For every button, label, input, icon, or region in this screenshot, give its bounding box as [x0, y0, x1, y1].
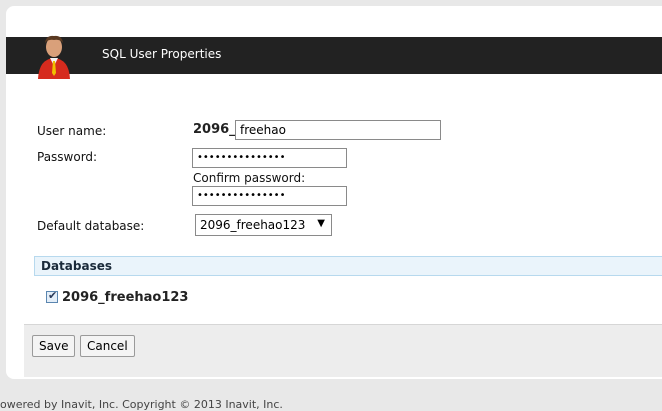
username-prefix: 2096_ [193, 122, 236, 137]
default-database-label: Default database: [37, 219, 145, 233]
default-database-value: 2096_freehao123 [200, 218, 306, 232]
confirm-password-input[interactable]: ••••••••••••••• [192, 186, 347, 206]
checkmark-icon: ✔ [48, 289, 58, 302]
cancel-button[interactable]: Cancel [80, 335, 135, 357]
username-input[interactable]: freehao [235, 120, 441, 140]
save-button[interactable]: Save [32, 335, 76, 357]
user-avatar-icon [38, 35, 70, 79]
properties-panel: SQL User Properties User name: 2096_ fre… [6, 6, 662, 379]
username-label: User name: [37, 124, 107, 138]
default-database-select[interactable]: 2096_freehao123 ▼ [195, 214, 332, 236]
databases-section-header: Databases [34, 256, 662, 276]
page-title: SQL User Properties [102, 47, 222, 61]
dropdown-arrow-icon: ▼ [317, 218, 325, 229]
databases-title: Databases [41, 259, 113, 273]
header-bar: SQL User Properties [6, 37, 662, 74]
password-label: Password: [37, 150, 98, 164]
database-checkbox[interactable]: ✔ [46, 289, 58, 303]
database-item-label: 2096_freehao123 [62, 290, 189, 305]
password-input[interactable]: ••••••••••••••• [192, 148, 347, 168]
copyright-footer: owered by Inavit, Inc. Copyright © 2013 … [0, 398, 283, 411]
confirm-password-label: Confirm password: [193, 171, 306, 185]
